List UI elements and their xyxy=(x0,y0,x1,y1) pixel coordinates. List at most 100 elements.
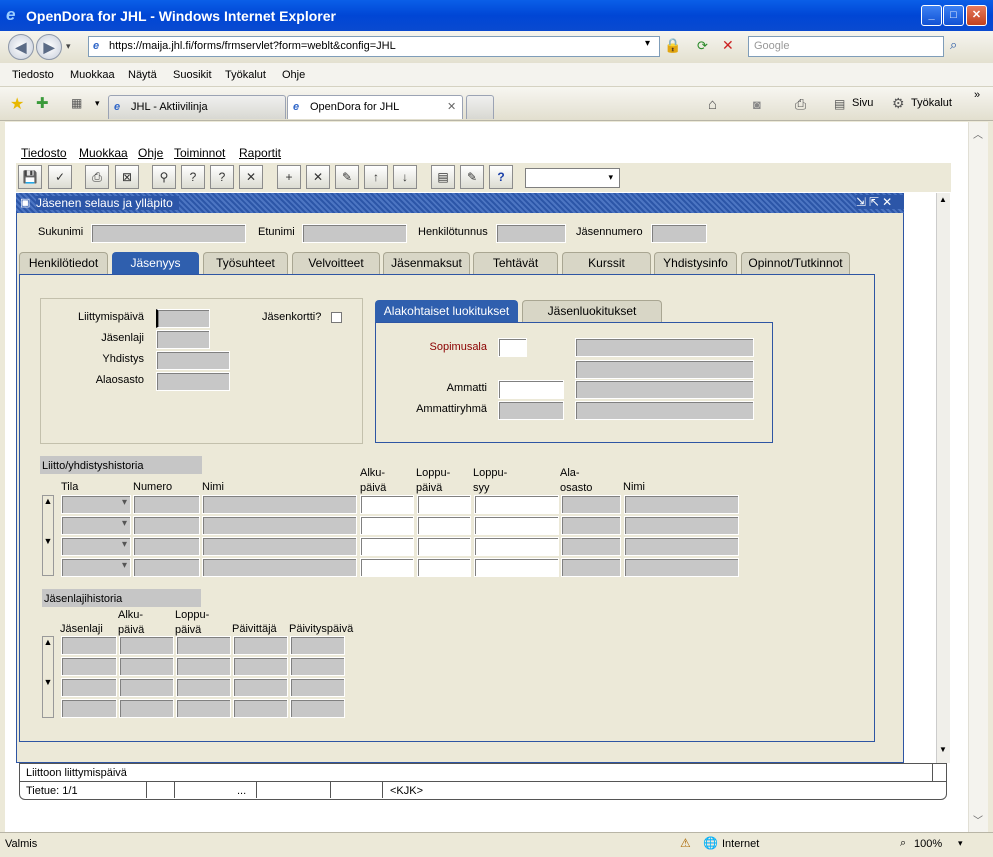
sopimusala-name-2[interactable] xyxy=(575,360,754,379)
ammatti-field[interactable] xyxy=(498,380,564,399)
history2-row-3-col-2[interactable] xyxy=(119,678,174,697)
sopimusala-field[interactable] xyxy=(498,338,527,357)
history2-scrollbar[interactable]: ▲ ▼ xyxy=(42,636,54,718)
zoom-dropdown-icon[interactable]: ▾ xyxy=(958,838,963,849)
history1-row-3-col-6[interactable] xyxy=(474,537,559,556)
sopimusala-name-1[interactable] xyxy=(575,338,754,357)
feeds-icon[interactable]: ◙ xyxy=(753,97,761,112)
history-dropdown-icon[interactable]: ▾ xyxy=(66,41,71,52)
etunimi-field[interactable] xyxy=(302,224,407,243)
history2-row-3-col-5[interactable] xyxy=(290,678,345,697)
history1-row-2-col-1[interactable] xyxy=(61,516,131,535)
history2-row-4-col-2[interactable] xyxy=(119,699,174,718)
history2-row-1-col-3[interactable] xyxy=(176,636,231,655)
close-tab-icon[interactable]: ✕ xyxy=(447,96,456,118)
form-window-controls[interactable]: ⇲⇱✕ xyxy=(856,195,904,209)
history2-row-2-col-5[interactable] xyxy=(290,657,345,676)
history2-row-4-col-4[interactable] xyxy=(233,699,288,718)
history1-row-3-col-1[interactable] xyxy=(61,537,131,556)
search-icon[interactable]: ⌕ xyxy=(950,37,957,53)
tab-henkilotiedot[interactable]: Henkilötiedot xyxy=(19,252,108,274)
tab-jhl-aktiivilinja[interactable]: e JHL - Aktiivilinja xyxy=(108,95,286,119)
sukunimi-field[interactable] xyxy=(91,224,246,243)
tab-velvoitteet[interactable]: Velvoitteet xyxy=(292,252,380,274)
form-menu-tiedosto[interactable]: Tiedosto xyxy=(21,146,67,160)
scroll-up-icon[interactable]: ︿ xyxy=(973,126,983,141)
add-favorite-icon[interactable]: ✚ xyxy=(36,94,49,112)
maximize-button[interactable]: □ xyxy=(943,5,964,26)
subtab-alakohtaiset[interactable]: Alakohtaiset luokitukset xyxy=(375,300,518,322)
history1-row-3-col-2[interactable] xyxy=(133,537,200,556)
history2-row-1-col-2[interactable] xyxy=(119,636,174,655)
page-menu[interactable]: Sivu xyxy=(852,97,873,109)
search-input[interactable]: Google xyxy=(748,36,944,57)
execute-query-icon[interactable]: ? xyxy=(181,165,205,189)
jasenkortti-checkbox[interactable] xyxy=(331,312,342,323)
history1-row-2-col-4[interactable] xyxy=(360,516,414,535)
history2-row-3-col-3[interactable] xyxy=(176,678,231,697)
page-scrollbar[interactable]: ︿ ﹀ xyxy=(968,122,988,832)
history1-row-3-col-5[interactable] xyxy=(417,537,471,556)
menu-tyokalut[interactable]: Työkalut xyxy=(225,69,266,81)
history1-row-4-col-6[interactable] xyxy=(474,558,559,577)
refresh-icon[interactable]: ⟳ xyxy=(697,38,708,54)
history2-row-4-col-1[interactable] xyxy=(61,699,117,718)
forward-button[interactable]: ▶ xyxy=(36,34,62,60)
ammattiryhma-field[interactable] xyxy=(498,401,564,420)
history1-scrollbar[interactable]: ▲ ▼ xyxy=(42,495,54,576)
history2-row-1-col-1[interactable] xyxy=(61,636,117,655)
history2-row-2-col-4[interactable] xyxy=(233,657,288,676)
history1-row-1-col-8[interactable] xyxy=(624,495,739,514)
history1-row-4-col-2[interactable] xyxy=(133,558,200,577)
history1-row-2-col-2[interactable] xyxy=(133,516,200,535)
tab-yhdistysinfo[interactable]: Yhdistysinfo xyxy=(654,252,737,274)
history2-row-1-col-4[interactable] xyxy=(233,636,288,655)
history2-row-2-col-3[interactable] xyxy=(176,657,231,676)
favorites-star-icon[interactable]: ★ xyxy=(10,94,24,114)
form-scrollbar[interactable]: ▲ ▼ xyxy=(936,193,950,763)
stop-icon[interactable]: ✕ xyxy=(722,37,734,54)
history2-row-2-col-1[interactable] xyxy=(61,657,117,676)
save-icon[interactable]: 💾 xyxy=(18,165,42,189)
tab-list-icon[interactable]: ▾ xyxy=(95,98,100,109)
new-tab-button[interactable] xyxy=(466,95,494,119)
ammattiryhma-name[interactable] xyxy=(575,401,754,420)
exit-icon[interactable]: ⊠ xyxy=(115,165,139,189)
history2-row-4-col-5[interactable] xyxy=(290,699,345,718)
home-icon[interactable]: ⌂ xyxy=(708,96,717,113)
history2-row-4-col-3[interactable] xyxy=(176,699,231,718)
history1-row-4-col-3[interactable] xyxy=(202,558,357,577)
url-input[interactable]: e https://maija.jhl.fi/forms/frmservlet?… xyxy=(88,36,660,57)
form-menu-muokkaa[interactable]: Muokkaa xyxy=(79,146,128,160)
insert-record-icon[interactable]: + xyxy=(277,165,301,189)
menu-muokkaa[interactable]: Muokkaa xyxy=(70,69,115,81)
toolbar-select[interactable]: ▾ xyxy=(525,168,620,188)
tab-kurssit[interactable]: Kurssit xyxy=(562,252,651,274)
history1-row-1-col-1[interactable] xyxy=(61,495,131,514)
print-icon[interactable]: ⎙ xyxy=(85,165,109,189)
history2-row-2-col-2[interactable] xyxy=(119,657,174,676)
history1-row-3-col-3[interactable] xyxy=(202,537,357,556)
ammatti-name[interactable] xyxy=(575,380,754,399)
history1-row-4-col-4[interactable] xyxy=(360,558,414,577)
zoom-level[interactable]: 100% xyxy=(914,838,942,850)
jasenlaji-field[interactable] xyxy=(156,330,210,349)
tab-jasenyys[interactable]: Jäsenyys xyxy=(112,252,199,274)
minimize-button[interactable]: _ xyxy=(921,5,942,26)
history1-row-3-col-8[interactable] xyxy=(624,537,739,556)
jasennumero-field[interactable] xyxy=(651,224,707,243)
tab-tehtavat[interactable]: Tehtävät xyxy=(473,252,558,274)
print-icon[interactable]: ⎙ xyxy=(795,96,806,113)
url-dropdown-icon[interactable]: ▾ xyxy=(645,38,650,49)
history1-row-1-col-6[interactable] xyxy=(474,495,559,514)
chevron-right-icon[interactable]: » xyxy=(974,89,980,101)
history1-row-2-col-8[interactable] xyxy=(624,516,739,535)
list-values-icon[interactable]: ▤ xyxy=(431,165,455,189)
history1-row-3-col-4[interactable] xyxy=(360,537,414,556)
history1-row-1-col-4[interactable] xyxy=(360,495,414,514)
form-menu-toiminnot[interactable]: Toiminnot xyxy=(174,146,225,160)
history1-row-4-col-1[interactable] xyxy=(61,558,131,577)
quick-tabs-icon[interactable]: ▦ xyxy=(71,96,82,110)
scroll-down-icon[interactable]: ﹀ xyxy=(973,812,983,827)
history1-row-1-col-2[interactable] xyxy=(133,495,200,514)
